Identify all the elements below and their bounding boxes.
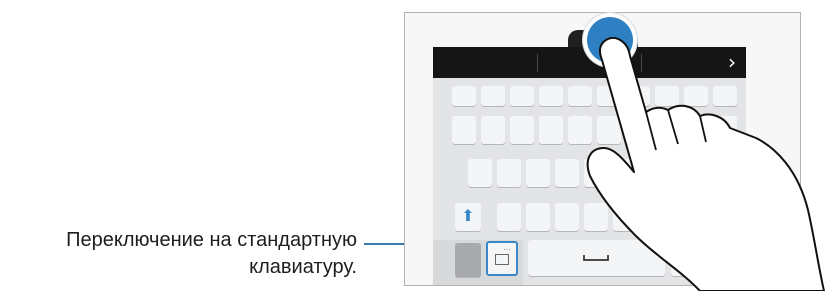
- key[interactable]: [510, 86, 534, 106]
- key[interactable]: [510, 116, 534, 144]
- key[interactable]: [468, 159, 492, 187]
- symbols-key[interactable]: [455, 243, 481, 277]
- key[interactable]: [452, 116, 476, 144]
- key[interactable]: [481, 86, 505, 106]
- shift-key[interactable]: ⬆: [455, 203, 481, 231]
- callout-text: Переключение на стандартную клавиатуру.: [0, 227, 357, 281]
- mode-dots: ···: [503, 245, 511, 254]
- key[interactable]: [497, 159, 521, 187]
- callout-line-1: Переключение на стандартную: [66, 229, 357, 251]
- callout-line-2: клавиатуру.: [249, 256, 357, 278]
- keyboard-mode-icon: [495, 254, 509, 265]
- hand-pointer-icon: [586, 37, 825, 291]
- key[interactable]: [452, 86, 476, 106]
- key[interactable]: [526, 159, 550, 187]
- shift-icon: ⬆: [461, 208, 475, 225]
- key[interactable]: [526, 203, 550, 231]
- prediction-divider: [537, 54, 538, 72]
- key[interactable]: [497, 203, 521, 231]
- keyboard-mode-key[interactable]: ···: [486, 241, 518, 276]
- key[interactable]: [481, 116, 505, 144]
